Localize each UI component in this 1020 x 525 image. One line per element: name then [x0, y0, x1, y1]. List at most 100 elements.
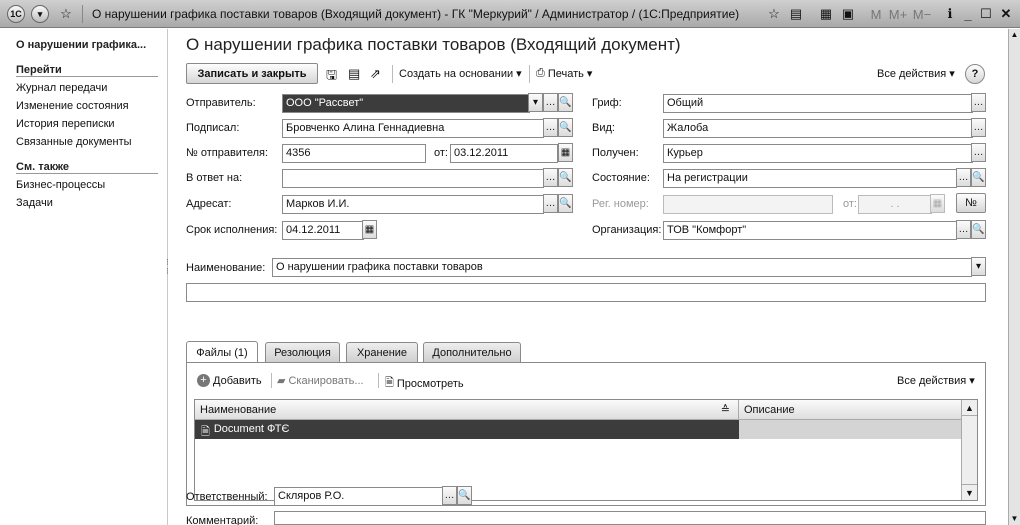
- scroll-down-icon[interactable]: ▼: [1009, 513, 1020, 525]
- file-description: [739, 420, 963, 439]
- column-header-description[interactable]: Описание: [739, 400, 963, 420]
- sender-label: Отправитель:: [186, 97, 256, 109]
- memory-minus-button[interactable]: M−: [912, 4, 932, 24]
- sidebar-item-correspondence-history[interactable]: История переписки: [16, 118, 115, 130]
- search-icon[interactable]: 🔍: [558, 194, 573, 213]
- deadline-label: Срок исполнения:: [186, 224, 278, 236]
- kind-field[interactable]: Жалоба: [663, 119, 973, 138]
- table-row[interactable]: 🗎 Document ФТЄ: [195, 420, 963, 439]
- received-field[interactable]: Курьер: [663, 144, 973, 163]
- select-ellipsis-button[interactable]: …: [543, 168, 558, 187]
- signed-field[interactable]: Бровченко Алина Геннадиевна: [282, 119, 544, 138]
- calendar-icon[interactable]: ▦: [362, 220, 377, 239]
- dropdown-arrow-icon[interactable]: ▾: [528, 93, 543, 112]
- addressee-field[interactable]: Марков И.И.: [282, 195, 544, 214]
- select-ellipsis-button[interactable]: …: [543, 118, 558, 137]
- select-ellipsis-button[interactable]: …: [971, 143, 986, 162]
- sidebar-item-state-change[interactable]: Изменение состояния: [16, 100, 129, 112]
- memory-plus-button[interactable]: M+: [888, 4, 908, 24]
- dropdown-arrow-icon[interactable]: ▾: [971, 257, 986, 276]
- add-icon: +: [197, 374, 210, 387]
- scroll-down-icon[interactable]: ▼: [962, 484, 977, 500]
- scan-button[interactable]: ▰ Сканировать...: [277, 374, 364, 388]
- sender-number-field[interactable]: 4356: [282, 144, 426, 163]
- memory-m-button[interactable]: M: [866, 4, 886, 24]
- grif-field[interactable]: Общий: [663, 94, 973, 113]
- reply-to-field[interactable]: [282, 169, 544, 188]
- post-icon[interactable]: ▤: [348, 66, 360, 82]
- responsible-field[interactable]: Скляров Р.О.: [274, 487, 444, 506]
- maximize-icon[interactable]: ☐: [976, 4, 996, 24]
- minimize-icon[interactable]: _: [958, 4, 978, 24]
- send-icon[interactable]: ⇗: [370, 66, 381, 82]
- print-button[interactable]: ⎙ Печать ▾: [536, 67, 592, 80]
- save-and-close-button[interactable]: Записать и закрыть: [186, 63, 318, 84]
- calendar-icon[interactable]: ▣: [838, 4, 858, 24]
- reg-date-label: от:: [843, 198, 857, 210]
- create-based-on-button[interactable]: Создать на основании ▾: [399, 67, 522, 81]
- name-field[interactable]: О нарушении графика поставки товаров: [272, 258, 972, 277]
- sidebar-doc-title[interactable]: О нарушении графика...: [16, 39, 146, 51]
- tab-files[interactable]: Файлы (1): [186, 341, 258, 363]
- save-icon[interactable]: 🖫: [326, 66, 337, 88]
- add-file-button[interactable]: + Добавить: [197, 374, 262, 387]
- select-ellipsis-button[interactable]: …: [442, 486, 457, 505]
- window-title: О нарушении графика поставки товаров (Вх…: [92, 7, 740, 21]
- column-header-name[interactable]: Наименование ≙: [195, 400, 739, 420]
- search-icon[interactable]: 🔍: [457, 486, 472, 505]
- files-table: Наименование ≙ Описание 🗎 Document ФТЄ ▲ ▼: [194, 399, 978, 501]
- search-icon[interactable]: 🔍: [971, 168, 986, 187]
- description-field[interactable]: [186, 283, 986, 302]
- select-ellipsis-button[interactable]: …: [971, 118, 986, 137]
- dropdown-arrow-icon: ▾: [516, 68, 522, 80]
- deadline-field[interactable]: 04.12.2011: [282, 221, 364, 240]
- calendar-icon[interactable]: ▦: [558, 143, 573, 162]
- help-button[interactable]: ?: [965, 64, 985, 84]
- state-field[interactable]: На регистрации: [663, 169, 957, 188]
- document-form: О нарушении графика поставки товаров (Вх…: [176, 29, 1008, 525]
- tab-storage[interactable]: Хранение: [346, 342, 418, 362]
- close-icon[interactable]: ✕: [996, 4, 1016, 24]
- navigation-panel: О нарушении графика... Перейти Журнал пе…: [0, 29, 168, 525]
- kind-label: Вид:: [592, 122, 615, 134]
- search-icon[interactable]: 🔍: [971, 220, 986, 239]
- select-ellipsis-button[interactable]: …: [543, 194, 558, 213]
- files-all-actions-button[interactable]: Все действия ▾: [897, 374, 975, 388]
- sender-date-field[interactable]: 03.12.2011: [450, 144, 558, 163]
- organization-field[interactable]: ТОВ "Комфорт": [663, 221, 957, 240]
- sidebar-item-transfer-log[interactable]: Журнал передачи: [16, 82, 107, 94]
- file-name: Document ФТЄ: [213, 423, 290, 435]
- sidebar-item-business-processes[interactable]: Бизнес-процессы: [16, 179, 105, 191]
- bookmark-icon[interactable]: ▤: [786, 4, 806, 24]
- form-scrollbar[interactable]: ▲ ▼: [1008, 29, 1020, 525]
- calculator-icon[interactable]: ▦: [816, 4, 836, 24]
- window-info-icon[interactable]: ℹ: [940, 4, 960, 24]
- search-icon[interactable]: 🔍: [558, 118, 573, 137]
- select-ellipsis-button[interactable]: …: [956, 220, 971, 239]
- select-ellipsis-button[interactable]: …: [956, 168, 971, 187]
- dropdown-arrow-icon: ▾: [586, 68, 593, 80]
- sender-field[interactable]: ООО "Рассвет": [282, 94, 530, 113]
- assign-number-button[interactable]: №: [956, 193, 986, 213]
- sidebar-item-related-docs[interactable]: Связанные документы: [16, 136, 132, 148]
- select-ellipsis-button[interactable]: …: [971, 93, 986, 112]
- table-scrollbar[interactable]: ▲ ▼: [961, 400, 977, 500]
- search-icon[interactable]: 🔍: [558, 168, 573, 187]
- view-file-button[interactable]: 🗎 Просмотреть: [385, 374, 464, 393]
- file-icon: 🗎: [201, 426, 210, 438]
- app-logo-icon[interactable]: 1С: [6, 4, 26, 24]
- scroll-up-icon[interactable]: ▲: [1009, 29, 1020, 41]
- grif-label: Гриф:: [592, 97, 622, 109]
- comment-field[interactable]: [274, 511, 986, 525]
- favorites-star-icon[interactable]: ☆: [56, 4, 76, 24]
- splitter-handle[interactable]: ⁝ ⁝: [166, 258, 169, 276]
- sidebar-item-tasks[interactable]: Задачи: [16, 197, 53, 209]
- main-menu-icon[interactable]: ▾: [30, 4, 50, 24]
- search-icon[interactable]: 🔍: [558, 93, 573, 112]
- tab-additional[interactable]: Дополнительно: [423, 342, 521, 362]
- star-icon[interactable]: ☆: [764, 4, 784, 24]
- tab-resolution[interactable]: Резолюция: [265, 342, 340, 362]
- select-ellipsis-button[interactable]: …: [543, 93, 558, 112]
- scroll-up-icon[interactable]: ▲: [962, 400, 977, 416]
- all-actions-button[interactable]: Все действия ▾: [877, 67, 955, 81]
